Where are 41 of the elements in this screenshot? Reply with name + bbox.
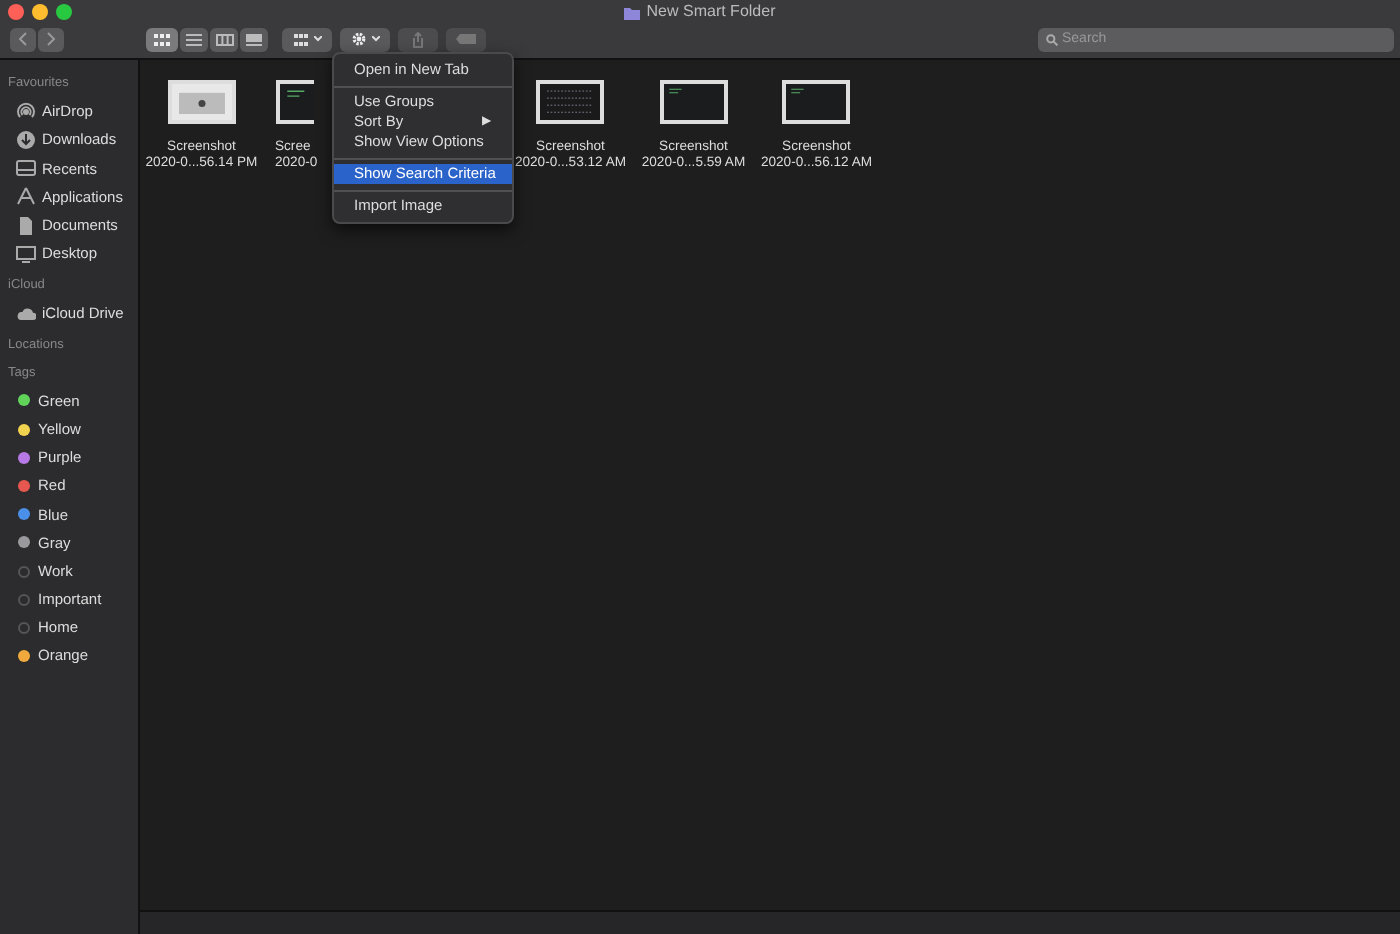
chevron-right-icon	[46, 32, 56, 46]
grid-icon	[293, 33, 307, 45]
chevron-left-icon	[18, 32, 28, 46]
screenshot-thumbnail[interactable]	[167, 80, 236, 124]
screenshot-thumbnail[interactable]	[659, 80, 728, 124]
tag-button[interactable]	[446, 27, 486, 51]
icon-view-button[interactable]	[146, 27, 178, 51]
applications-icon	[16, 186, 36, 207]
window-title: New Smart Folder	[646, 0, 776, 24]
list-view-button[interactable]	[180, 27, 208, 51]
column-view-button[interactable]	[210, 27, 238, 51]
tag-icon	[456, 34, 476, 44]
share-icon	[412, 31, 424, 47]
close-button[interactable]	[8, 4, 24, 20]
empty-tag-icon	[18, 621, 30, 634]
minimize-button[interactable]	[32, 4, 48, 20]
columns-icon	[215, 33, 233, 45]
desktop-icon	[16, 243, 36, 264]
action-button[interactable]	[340, 27, 390, 51]
gear-icon	[351, 32, 365, 46]
gallery-view-button[interactable]	[240, 27, 268, 51]
caret-icon	[371, 36, 379, 42]
back-button[interactable]	[10, 27, 36, 51]
group-button[interactable]	[282, 27, 332, 51]
cloud-icon	[16, 303, 36, 324]
share-button[interactable]	[398, 27, 438, 51]
empty-tag-icon	[18, 593, 30, 606]
zoom-button[interactable]	[56, 4, 72, 20]
document-icon	[16, 215, 36, 236]
airdrop-icon	[16, 101, 36, 122]
gallery-icon	[246, 33, 262, 45]
forward-button[interactable]	[38, 27, 64, 51]
screenshot-thumbnail[interactable]	[275, 80, 313, 124]
list-icon	[186, 33, 202, 45]
screenshot-thumbnail[interactable]	[782, 80, 851, 124]
empty-tag-icon	[18, 565, 30, 578]
caret-icon	[313, 36, 321, 42]
download-icon	[16, 130, 36, 151]
folder-icon	[624, 5, 641, 19]
grid-icon	[154, 33, 170, 45]
screenshot-thumbnail[interactable]	[536, 80, 605, 124]
